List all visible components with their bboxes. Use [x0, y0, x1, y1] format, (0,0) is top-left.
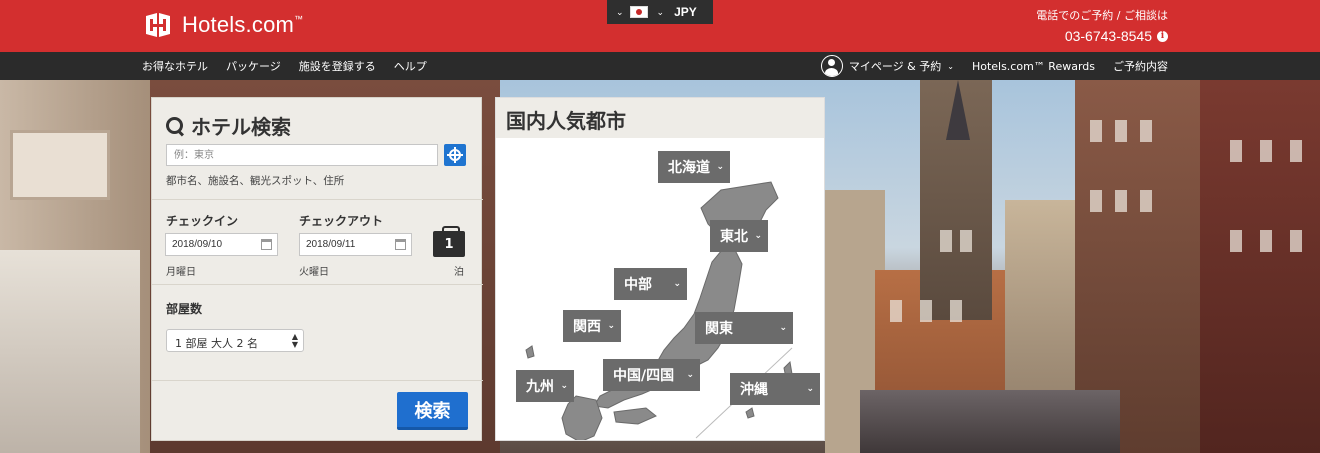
- main-nav: お得なホテル パッケージ 施設を登録する ヘルプ マイページ & 予約 ⌄ Ho…: [0, 52, 1320, 80]
- divider: [152, 284, 483, 285]
- chevron-down-icon: ⌄: [754, 231, 762, 241]
- hotels-logo-icon: [142, 9, 174, 41]
- phone-label: 電話でのご予約 / ご相談は: [1036, 9, 1168, 22]
- current-location-button[interactable]: [444, 144, 466, 166]
- rooms-guests-select[interactable]: 1 部屋 大人 2 名 ▲ ▼: [166, 329, 304, 352]
- nav-rewards[interactable]: Hotels.com™ Rewards: [972, 60, 1095, 73]
- search-icon: [166, 116, 184, 135]
- rooms-label: 部屋数: [166, 302, 203, 316]
- chevron-down-icon: ⌄: [779, 323, 787, 333]
- region-okinawa[interactable]: 沖縄 ⌄: [730, 373, 820, 405]
- nav-list-property[interactable]: 施設を登録する: [299, 58, 376, 74]
- nav-deals[interactable]: お得なホテル: [142, 58, 208, 74]
- calendar-icon: [395, 239, 406, 250]
- japan-map: 北海道 ⌄ 東北 ⌄ 中部 ⌄ 関西 ⌄ 関東 ⌄ 中国/四国 ⌄ 九州 ⌄ 沖縄 ⌄: [496, 138, 824, 440]
- destination-hint: 都市名、施設名、観光スポット、住所: [166, 175, 345, 187]
- region-chugoku-shikoku[interactable]: 中国/四国 ⌄: [603, 359, 700, 391]
- checkout-weekday: 火曜日: [299, 267, 329, 278]
- currency-label: JPY: [674, 5, 697, 19]
- user-avatar-icon: [820, 55, 843, 77]
- nights-count-badge: 1: [433, 226, 465, 257]
- chevron-down-icon: ⌄: [607, 321, 615, 331]
- chevron-down-icon: ⌄: [673, 279, 681, 289]
- destination-input[interactable]: [166, 144, 438, 166]
- hotel-search-panel: ホテル検索 都市名、施設名、観光スポット、住所 チェックイン チェックアウト 2…: [151, 97, 483, 441]
- divider: [152, 380, 483, 381]
- chevron-down-icon: ⌄: [560, 381, 568, 391]
- popular-cities-panel: 国内人気都市 北海道 ⌄ 東北 ⌄ 中部 ⌄ 関西 ⌄ 関東 ⌄ 中国/四国 ⌄…: [495, 97, 825, 441]
- cities-title: 国内人気都市: [506, 109, 626, 133]
- japan-flag-icon: [629, 6, 648, 18]
- nav-my-page[interactable]: マイページ & 予約 ⌄: [820, 55, 954, 77]
- calendar-icon: [261, 239, 272, 250]
- logo-text: Hotels.com™: [182, 12, 304, 37]
- nights-unit: 泊: [454, 267, 464, 278]
- checkout-date-field[interactable]: 2018/09/11: [299, 233, 412, 256]
- checkin-weekday: 月曜日: [166, 267, 196, 278]
- search-button[interactable]: 検索: [397, 392, 468, 430]
- hotels-com-logo[interactable]: Hotels.com™: [142, 9, 303, 41]
- checkin-date-field[interactable]: 2018/09/10: [165, 233, 278, 256]
- nav-bookings[interactable]: ご予約内容: [1113, 58, 1168, 74]
- select-arrows-icon: ▲ ▼: [291, 332, 298, 349]
- info-icon[interactable]: i: [1157, 30, 1168, 42]
- chevron-down-icon: ⌄: [716, 162, 724, 172]
- top-header: Hotels.com™ ⌄ ⌄ JPY 電話でのご予約 / ご相談は 03-67…: [0, 0, 1320, 52]
- divider: [152, 199, 483, 200]
- nav-help[interactable]: ヘルプ: [394, 58, 427, 74]
- nav-packages[interactable]: パッケージ: [226, 58, 281, 74]
- chevron-down-icon: ⌄: [656, 6, 665, 17]
- region-hokkaido[interactable]: 北海道 ⌄: [658, 151, 730, 183]
- checkin-label: チェックイン: [166, 214, 239, 228]
- chevron-down-icon: ⌄: [947, 61, 954, 71]
- checkout-label: チェックアウト: [299, 214, 384, 228]
- region-tohoku[interactable]: 東北 ⌄: [710, 220, 768, 252]
- crosshair-icon: [447, 147, 463, 163]
- search-title: ホテル検索: [166, 111, 291, 140]
- chevron-down-icon: ⌄: [686, 370, 694, 380]
- locale-currency-selector[interactable]: ⌄ ⌄ JPY: [607, 0, 713, 24]
- region-chubu[interactable]: 中部 ⌄: [614, 268, 687, 300]
- chevron-down-icon: ⌄: [806, 384, 814, 394]
- region-kanto[interactable]: 関東 ⌄: [695, 312, 793, 344]
- region-kyushu[interactable]: 九州 ⌄: [516, 370, 574, 402]
- phone-number[interactable]: 03-6743-8545 i: [1065, 28, 1168, 44]
- region-kansai[interactable]: 関西 ⌄: [563, 310, 621, 342]
- chevron-down-icon: ⌄: [616, 6, 624, 17]
- cities-header: 国内人気都市: [496, 98, 824, 138]
